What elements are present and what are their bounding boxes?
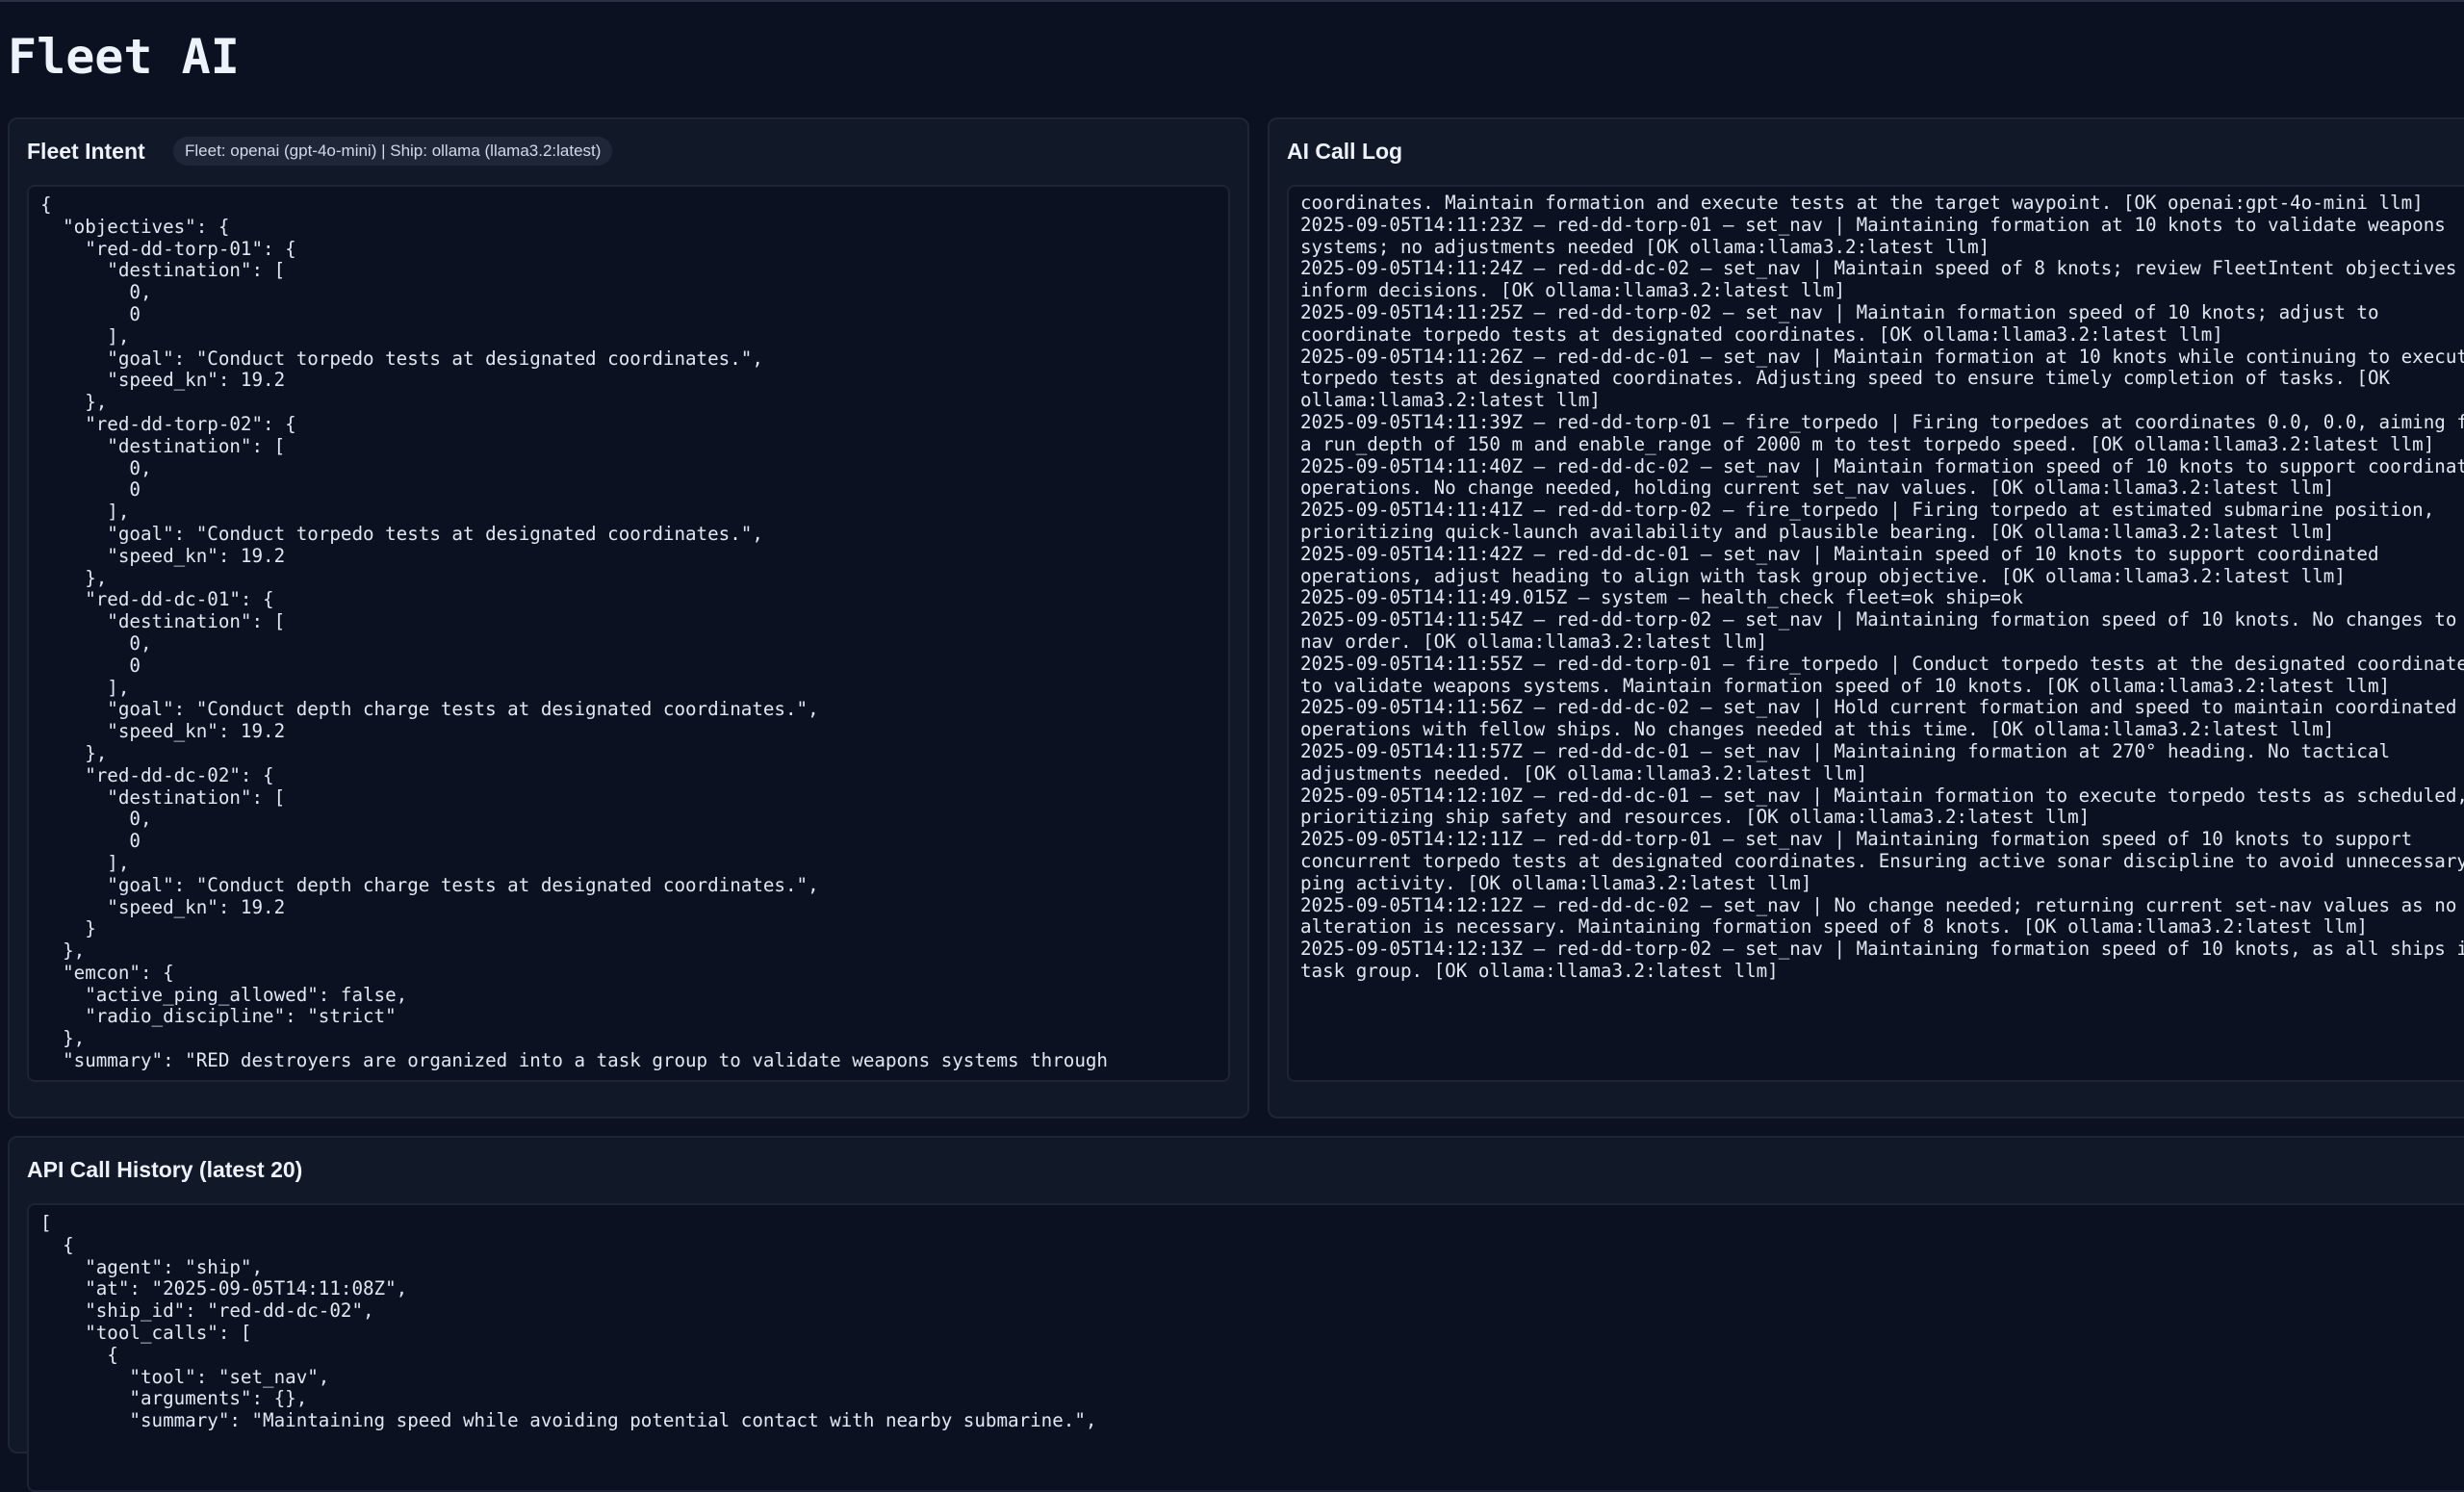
log-entry: 2025-09-05T14:11:54Z — red-dd-torp-02 — … xyxy=(1300,608,2457,653)
log-entry-list: coordinates. Maintain formation and exec… xyxy=(1300,192,2464,983)
log-entry: 2025-09-05T14:12:11Z — red-dd-torp-01 — … xyxy=(1300,828,2464,894)
log-entry: 2025-09-05T14:12:13Z — red-dd-torp-02 — … xyxy=(1300,938,2464,982)
api-call-history-title: API Call History (latest 20) xyxy=(27,1157,303,1182)
api-call-history-json-viewer[interactable]: [ { "agent": "ship", "at": "2025-09-05T1… xyxy=(27,1203,2464,1492)
log-entry: 2025-09-05T14:12:12Z — red-dd-dc-02 — se… xyxy=(1300,893,2457,939)
log-entry: 2025-09-05T14:11:26Z — red-dd-dc-01 — se… xyxy=(1300,345,2464,412)
log-entry: 2025-09-05T14:11:57Z — red-dd-dc-01 — se… xyxy=(1300,739,2391,785)
log-entry: 2025-09-05T14:11:23Z — red-dd-torp-01 — … xyxy=(1300,213,2446,258)
ai-call-log-panel: AI Call Log coordinates. Maintain format… xyxy=(1268,117,2464,1119)
page-title: Fleet AI xyxy=(8,29,240,85)
log-entry: 2025-09-05T14:11:42Z — red-dd-dc-01 — se… xyxy=(1300,542,2379,587)
log-entry: 2025-09-05T14:11:56Z — red-dd-dc-02 — se… xyxy=(1300,696,2457,741)
ai-call-log-title: AI Call Log xyxy=(1287,139,1403,164)
log-entry: 2025-09-05T14:11:55Z — red-dd-torp-01 — … xyxy=(1300,652,2464,697)
log-entry: 2025-09-05T14:11:39Z — red-dd-torp-01 — … xyxy=(1300,410,2464,455)
api-call-history-json: [ { "agent": "ship", "at": "2025-09-05T1… xyxy=(40,1212,1097,1432)
log-entry: coordinates. Maintain formation and exec… xyxy=(1300,192,2424,214)
fleet-intent-title: Fleet Intent xyxy=(27,139,145,164)
ai-call-log-viewer[interactable]: coordinates. Maintain formation and exec… xyxy=(1287,185,2464,1082)
log-entry: 2025-09-05T14:11:41Z — red-dd-torp-02 — … xyxy=(1300,499,2435,543)
model-provider-badge: Fleet: openai (gpt-4o-mini) | Ship: olla… xyxy=(173,137,613,166)
log-entry: 2025-09-05T14:11:49.015Z — system — heal… xyxy=(1300,586,2023,609)
api-call-history-panel: API Call History (latest 20) [ { "agent"… xyxy=(8,1136,2464,1492)
window-top-border xyxy=(0,0,2464,2)
log-entry: 2025-09-05T14:11:40Z — red-dd-dc-02 — se… xyxy=(1300,454,2464,500)
log-entry: 2025-09-05T14:11:24Z — red-dd-dc-02 — se… xyxy=(1300,257,2464,302)
fleet-intent-json-viewer[interactable]: { "objectives": { "red-dd-torp-01": { "d… xyxy=(27,185,1230,1082)
fleet-intent-panel: Fleet Intent Fleet: openai (gpt-4o-mini)… xyxy=(8,117,1249,1119)
log-entry: 2025-09-05T14:11:25Z — red-dd-torp-02 — … xyxy=(1300,300,2379,346)
log-entry: 2025-09-05T14:12:10Z — red-dd-dc-01 — se… xyxy=(1300,784,2464,829)
fleet-intent-json: { "objectives": { "red-dd-torp-01": { "d… xyxy=(40,193,1108,1072)
